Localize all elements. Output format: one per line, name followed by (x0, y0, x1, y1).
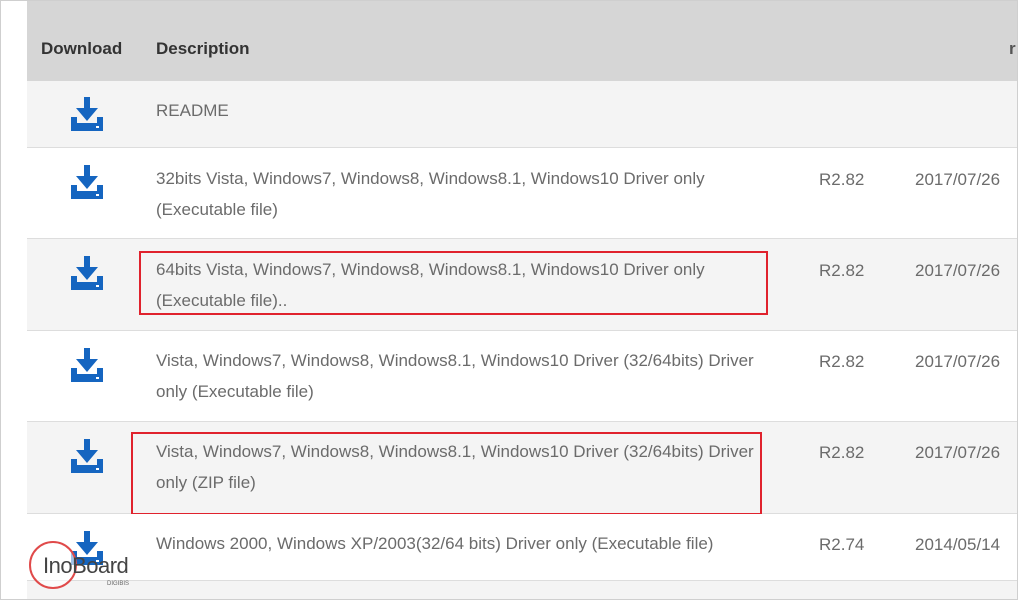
row-version: R2.74 (819, 535, 865, 554)
row-description[interactable]: Windows 2000, Windows XP/2003(32/64 bits… (156, 528, 796, 559)
table-row (27, 581, 1017, 599)
row-date: 2017/07/26 (915, 261, 1001, 280)
row-description[interactable]: 32bits Vista, Windows7, Windows8, Window… (156, 163, 776, 225)
logo-brand-text: InoBoard (43, 553, 129, 578)
column-header-description: Description (156, 39, 250, 58)
row-date: 2017/07/26 (915, 443, 1001, 462)
row-description[interactable]: Vista, Windows7, Windows8, Windows8.1, W… (156, 436, 776, 498)
watermark-logo: InoBoard DIGIBIS (29, 541, 149, 597)
download-icon[interactable] (69, 348, 105, 382)
download-icon[interactable] (69, 256, 105, 290)
row-date: 2017/07/26 (915, 170, 1001, 189)
row-description[interactable]: 64bits Vista, Windows7, Windows8, Window… (156, 254, 776, 316)
download-icon[interactable] (69, 97, 105, 131)
row-description[interactable]: README (156, 95, 776, 126)
row-version: R2.82 (819, 352, 865, 371)
row-description[interactable]: Vista, Windows7, Windows8, Windows8.1, W… (156, 345, 776, 407)
logo-tagline: DIGIBIS (107, 581, 130, 587)
column-header-download: Download (41, 39, 123, 58)
row-version: R2.82 (819, 170, 865, 189)
row-version: R2.82 (819, 443, 865, 462)
row-version: R2.82 (819, 261, 865, 280)
row-date: 2017/07/26 (915, 352, 1001, 371)
download-icon[interactable] (69, 165, 105, 199)
column-header-truncated: r (1009, 39, 1016, 58)
screenshot-frame: Download Description r README 32bits Vis… (0, 0, 1018, 600)
download-icon[interactable] (69, 439, 105, 473)
row-date: 2014/05/14 (915, 535, 1001, 554)
